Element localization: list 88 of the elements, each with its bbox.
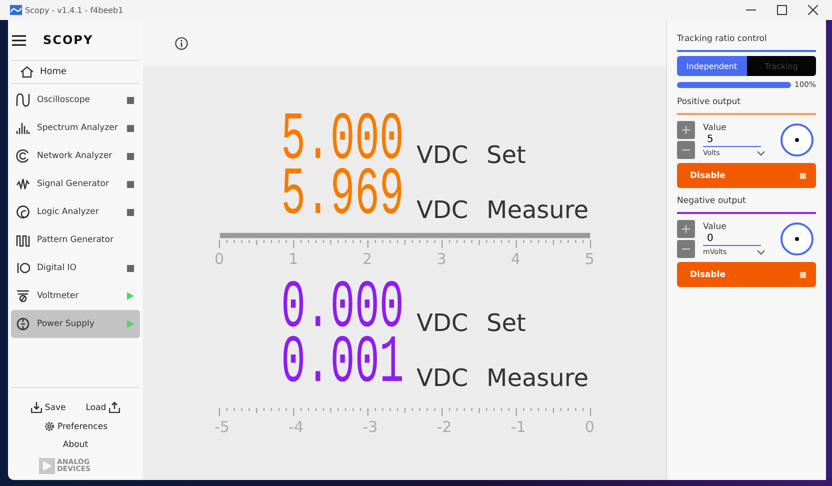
play-icon <box>127 292 134 300</box>
tick-label: 0 <box>214 250 224 268</box>
section-title: Tracking ratio control <box>677 34 768 44</box>
section-title: Positive output <box>677 97 742 107</box>
zigzag-icon <box>16 177 30 191</box>
home-icon <box>20 66 34 78</box>
menu-icon[interactable] <box>12 34 26 46</box>
knob-icon[interactable] <box>780 222 814 256</box>
increment-button[interactable] <box>677 121 695 139</box>
power-icon <box>16 317 30 331</box>
tick-label: 3 <box>436 250 446 268</box>
sidebar-item[interactable]: Logic Analyzer <box>11 198 140 226</box>
tick-label: -5 <box>214 418 230 436</box>
stop-icon <box>800 272 806 278</box>
chevron-down-icon <box>757 150 765 156</box>
tick-label: -2 <box>436 418 452 436</box>
tick-label: 0 <box>584 418 594 436</box>
plus-icon <box>682 126 690 134</box>
stop-icon <box>127 208 134 216</box>
maximize-icon[interactable] <box>777 5 787 15</box>
close-icon[interactable] <box>808 5 818 15</box>
bars-icon <box>16 121 30 135</box>
tick-label: 4 <box>510 250 520 268</box>
save-button[interactable]: Save <box>30 402 66 413</box>
unit-label: VDC <box>416 309 470 337</box>
spiral-icon <box>16 205 30 219</box>
unit-label: VDC <box>416 364 470 392</box>
stop-icon <box>127 264 134 272</box>
chevron-down-icon <box>757 250 765 254</box>
value-label: Value <box>703 123 728 133</box>
window-title: Scopy - v1.4.1 - f4beeb1 <box>25 6 124 14</box>
tick-label: -1 <box>510 418 526 436</box>
slider-fill[interactable] <box>677 82 791 88</box>
info-icon[interactable] <box>175 36 188 50</box>
readout-label: Measure <box>486 364 588 392</box>
tick-label: -4 <box>288 418 304 436</box>
io-icon <box>16 261 30 275</box>
digital-readout: 5.000 <box>281 115 404 169</box>
readout-label: Measure <box>486 196 588 224</box>
section-title: Negative output <box>677 196 747 206</box>
pulse-icon <box>16 233 30 247</box>
value-field[interactable]: 5 <box>703 133 761 147</box>
preferences-button[interactable]: Preferences <box>44 421 108 432</box>
stop-icon <box>127 124 134 132</box>
stop-icon <box>127 180 134 188</box>
sidebar-item[interactable]: Power Supply <box>11 310 140 338</box>
mode-tab[interactable]: Independent <box>677 56 746 76</box>
download-icon <box>30 402 42 413</box>
knob-icon[interactable] <box>780 123 814 157</box>
sidebar-item[interactable]: Pattern Generator <box>11 226 140 254</box>
app-logo: SCOPY <box>43 33 94 47</box>
sidebar-item[interactable]: Spectrum Analyzer <box>11 114 140 142</box>
unit-label: VDC <box>416 141 470 169</box>
value-label: Value <box>703 222 728 232</box>
sidebar-item[interactable]: Voltmeter <box>11 282 140 310</box>
triangle-logo-icon <box>39 458 55 474</box>
decrement-button[interactable] <box>677 240 695 258</box>
upload-icon <box>109 402 120 413</box>
stop-icon <box>800 172 806 178</box>
about-button[interactable]: About <box>62 440 88 450</box>
gauge-icon <box>16 289 30 303</box>
tick-label: 1 <box>288 250 298 268</box>
unit-label: VDC <box>416 196 470 224</box>
digital-readout: 5.969 <box>281 170 404 224</box>
tick-label: 2 <box>362 250 372 268</box>
value-field[interactable]: 0 <box>703 232 761 246</box>
increment-button[interactable] <box>677 220 695 238</box>
stop-icon <box>127 96 134 104</box>
digital-readout: 0.000 <box>281 283 404 337</box>
settings-icon <box>44 421 54 432</box>
sidebar-item[interactable]: Signal Generator <box>11 170 140 198</box>
sidebar-item[interactable]: Digital IO <box>11 254 140 282</box>
tick-label: 5 <box>584 250 594 268</box>
decrement-button[interactable] <box>677 141 695 159</box>
readout-label: Set <box>486 141 526 169</box>
app-icon <box>10 5 22 15</box>
readout-label: Set <box>486 309 526 337</box>
play-icon <box>127 320 134 328</box>
sidebar-item[interactable]: Oscilloscope <box>11 86 140 114</box>
home-item[interactable]: Home <box>11 60 140 84</box>
wave-icon <box>16 93 30 107</box>
digital-readout: 0.001 <box>281 338 404 392</box>
spiral-icon <box>16 149 30 163</box>
plus-icon <box>682 225 690 233</box>
load-button[interactable]: Load <box>86 402 120 413</box>
sidebar-item[interactable]: Network Analyzer <box>11 142 140 170</box>
tick-label: -3 <box>362 418 378 436</box>
stop-icon <box>127 152 134 160</box>
